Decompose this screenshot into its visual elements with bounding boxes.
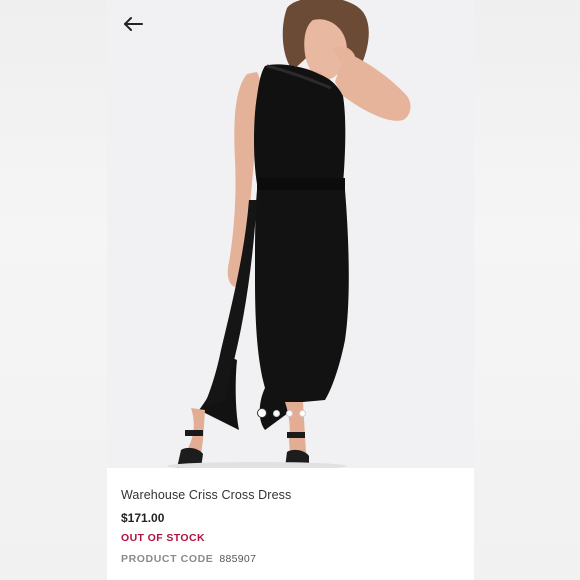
product-info-panel: Warehouse Criss Cross Dress $171.00 OUT … bbox=[107, 468, 474, 580]
stock-status: OUT OF STOCK bbox=[121, 532, 205, 544]
product-code-row: PRODUCT CODE 885907 bbox=[121, 553, 256, 565]
arrow-left-icon bbox=[124, 17, 143, 31]
product-code-label: PRODUCT CODE bbox=[121, 553, 214, 565]
gallery-dot-4[interactable] bbox=[299, 409, 306, 417]
gallery-dot-3[interactable] bbox=[286, 409, 293, 417]
product-price: $171.00 bbox=[121, 511, 165, 525]
product-screen: Warehouse Criss Cross Dress $171.00 OUT … bbox=[107, 0, 474, 580]
product-title: Warehouse Criss Cross Dress bbox=[121, 488, 292, 502]
background-right bbox=[474, 0, 580, 580]
gallery-dot-1[interactable] bbox=[257, 408, 267, 418]
product-image-gallery[interactable] bbox=[107, 0, 474, 468]
product-photo bbox=[107, 0, 474, 468]
back-button[interactable] bbox=[119, 12, 147, 36]
gallery-dot-2[interactable] bbox=[273, 409, 280, 417]
product-code-value: 885907 bbox=[219, 553, 257, 565]
gallery-pagination bbox=[257, 408, 306, 418]
background-left bbox=[0, 0, 107, 580]
